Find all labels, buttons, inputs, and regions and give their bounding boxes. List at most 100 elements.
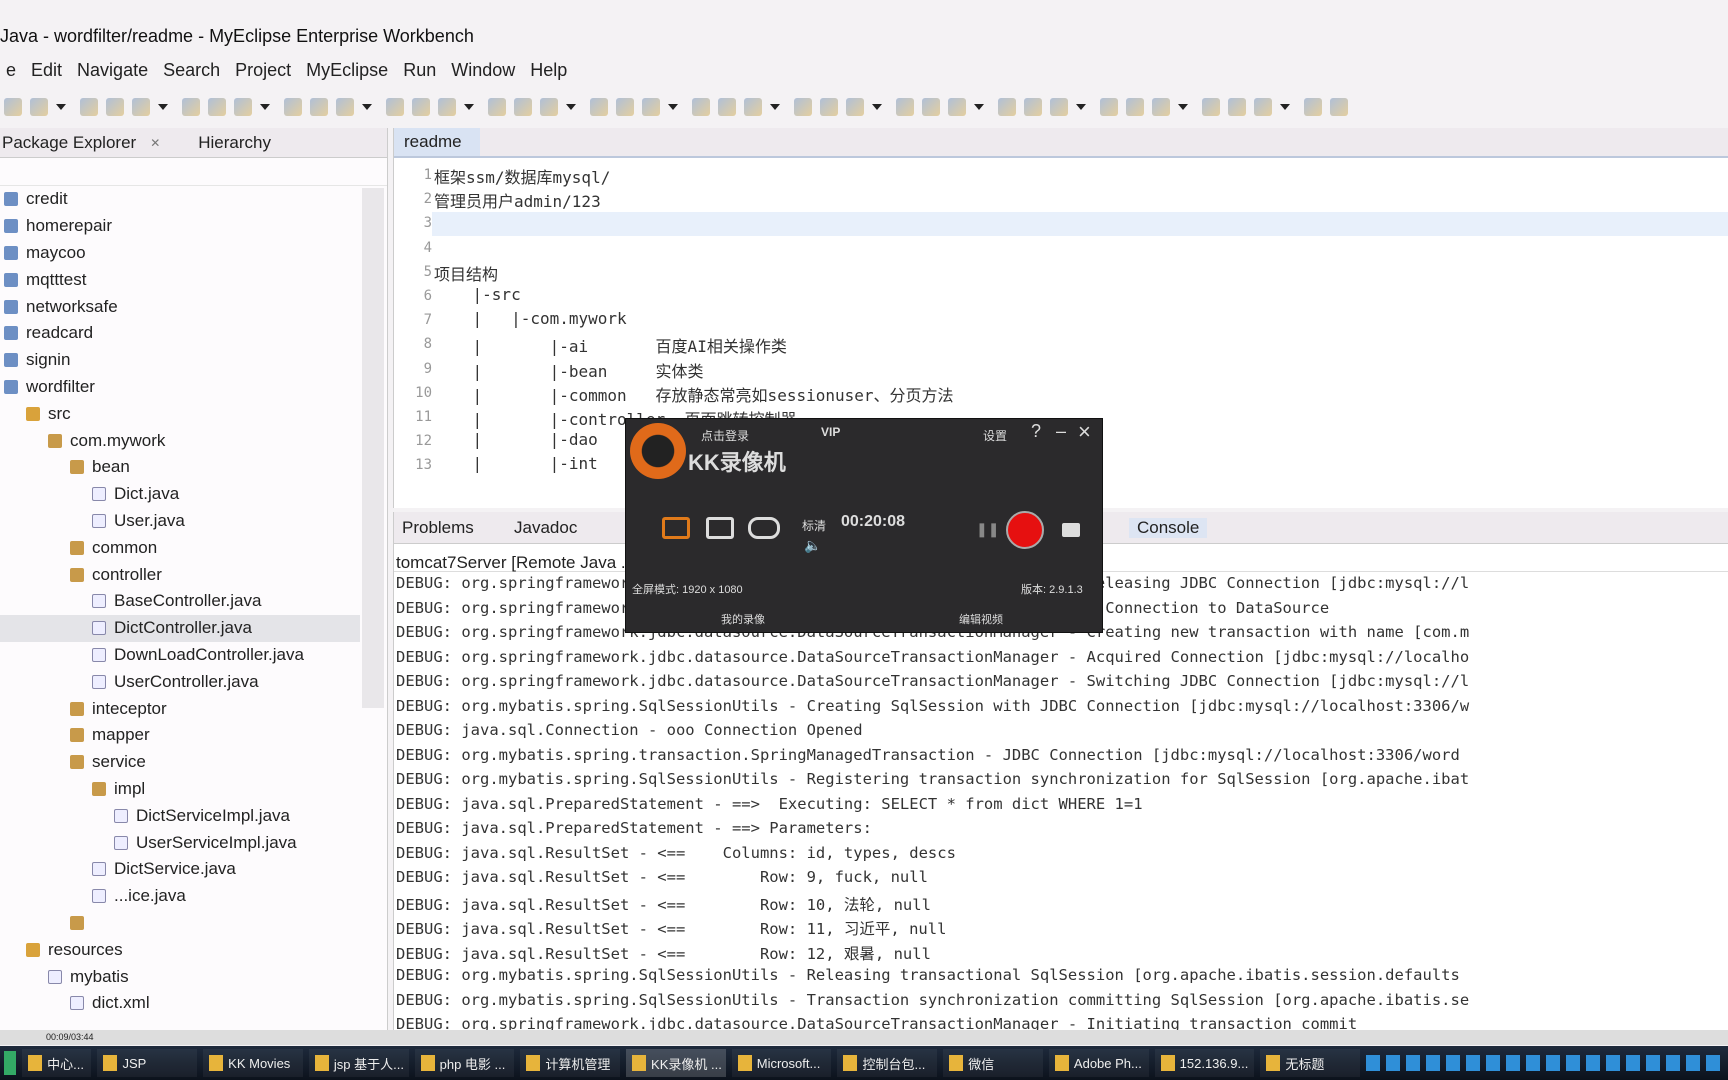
region-mode-icon[interactable] [706, 517, 734, 539]
tree-item[interactable]: User.java [0, 508, 360, 535]
tray-icon[interactable] [1486, 1055, 1501, 1071]
taskbar-item[interactable]: 中心... [22, 1049, 92, 1077]
dropdown-arrow-icon[interactable] [974, 104, 984, 110]
tab-problems[interactable]: Problems [402, 518, 474, 538]
tree-item[interactable]: credit [0, 186, 360, 213]
toolbar-button-icon[interactable] [1304, 98, 1322, 116]
camera-icon[interactable] [1062, 523, 1080, 537]
toolbar-button-icon[interactable] [1254, 98, 1272, 116]
toolbar-button-icon[interactable] [412, 98, 430, 116]
tree-item[interactable]: mqtttest [0, 266, 360, 293]
tree-item[interactable]: mapper [0, 722, 360, 749]
taskbar-item[interactable]: JSP [97, 1049, 198, 1077]
tree-item[interactable]: controller [0, 561, 360, 588]
toolbar-button-icon[interactable] [182, 98, 200, 116]
close-button[interactable]: × [1078, 419, 1091, 445]
tray-icon[interactable] [1686, 1055, 1701, 1071]
tree-item[interactable]: inteceptor [0, 695, 360, 722]
menu-item-7[interactable]: Window [445, 60, 524, 81]
toolbar-button-icon[interactable] [616, 98, 634, 116]
tree-item[interactable]: homerepair [0, 213, 360, 240]
dropdown-arrow-icon[interactable] [872, 104, 882, 110]
tray-icon[interactable] [1706, 1055, 1721, 1071]
toolbar-button-icon[interactable] [922, 98, 940, 116]
taskbar-item[interactable]: 微信 [943, 1049, 1043, 1077]
toolbar-button-icon[interactable] [284, 98, 302, 116]
tray-icon[interactable] [1506, 1055, 1521, 1071]
tree-item[interactable]: readcard [0, 320, 360, 347]
dropdown-arrow-icon[interactable] [260, 104, 270, 110]
toolbar-button-icon[interactable] [1202, 98, 1220, 116]
toolbar-button-icon[interactable] [80, 98, 98, 116]
toolbar-button-icon[interactable] [132, 98, 150, 116]
tree-item[interactable]: DownLoadController.java [0, 642, 360, 669]
quality-label[interactable]: 标清 [802, 517, 826, 534]
tab-readme[interactable]: readme [394, 128, 480, 156]
tree-item[interactable] [0, 910, 360, 937]
menu-item-4[interactable]: Project [229, 60, 300, 81]
menu-item-6[interactable]: Run [397, 60, 445, 81]
tray-icon[interactable] [1546, 1055, 1561, 1071]
toolbar-button-icon[interactable] [1100, 98, 1118, 116]
toolbar-button-icon[interactable] [4, 98, 22, 116]
taskbar-item[interactable]: KK录像机 ... [626, 1049, 726, 1077]
tray-icon[interactable] [1526, 1055, 1541, 1071]
taskbar-item[interactable]: Adobe Ph... [1048, 1049, 1149, 1077]
tray-icon[interactable] [1366, 1055, 1381, 1071]
tree-item[interactable]: networksafe [0, 293, 360, 320]
volume-icon[interactable]: 🔈 [804, 537, 821, 554]
menu-item-5[interactable]: MyEclipse [300, 60, 397, 81]
toolbar-button-icon[interactable] [310, 98, 328, 116]
toolbar-button-icon[interactable] [514, 98, 532, 116]
tray-icon[interactable] [1386, 1055, 1401, 1071]
dropdown-arrow-icon[interactable] [1280, 104, 1290, 110]
toolbar-button-icon[interactable] [794, 98, 812, 116]
pause-icon[interactable]: ❚❚ [976, 521, 999, 538]
taskbar-item[interactable]: 控制台包... [837, 1049, 938, 1077]
dropdown-arrow-icon[interactable] [1076, 104, 1086, 110]
dropdown-arrow-icon[interactable] [464, 104, 474, 110]
tray-icon[interactable] [1466, 1055, 1481, 1071]
tree-item[interactable]: resources [0, 936, 360, 963]
tray-icon[interactable] [1646, 1055, 1661, 1071]
taskbar-item[interactable]: Microsoft... [731, 1049, 832, 1077]
close-icon[interactable]: ✕ [150, 136, 160, 150]
my-videos-link[interactable]: 我的录像 [721, 611, 765, 627]
menu-item-2[interactable]: Navigate [71, 60, 157, 81]
tree-item[interactable]: ...ice.java [0, 883, 360, 910]
dropdown-arrow-icon[interactable] [668, 104, 678, 110]
menu-item-1[interactable]: Edit [25, 60, 71, 81]
toolbar-button-icon[interactable] [1152, 98, 1170, 116]
toolbar-button-icon[interactable] [1126, 98, 1144, 116]
toolbar-button-icon[interactable] [896, 98, 914, 116]
toolbar-button-icon[interactable] [718, 98, 736, 116]
toolbar-button-icon[interactable] [744, 98, 762, 116]
tree-item[interactable]: maycoo [0, 240, 360, 267]
tree-item[interactable]: DictServiceImpl.java [0, 802, 360, 829]
toolbar-button-icon[interactable] [998, 98, 1016, 116]
menu-item-8[interactable]: Help [524, 60, 576, 81]
edit-video-link[interactable]: 编辑视频 [959, 611, 1003, 627]
toolbar-button-icon[interactable] [30, 98, 48, 116]
tab-package-explorer[interactable]: Package Explorer [2, 133, 136, 153]
tree-item[interactable]: src [0, 400, 360, 427]
toolbar-button-icon[interactable] [642, 98, 660, 116]
toolbar-button-icon[interactable] [488, 98, 506, 116]
dropdown-arrow-icon[interactable] [362, 104, 372, 110]
toolbar-button-icon[interactable] [1330, 98, 1348, 116]
tray-icon[interactable] [1566, 1055, 1581, 1071]
settings-link[interactable]: 设置 [983, 427, 1007, 444]
toolbar-button-icon[interactable] [820, 98, 838, 116]
toolbar-button-icon[interactable] [1228, 98, 1246, 116]
login-link[interactable]: 点击登录 [701, 427, 749, 444]
toolbar-button-icon[interactable] [208, 98, 226, 116]
toolbar-button-icon[interactable] [438, 98, 456, 116]
toolbar-button-icon[interactable] [846, 98, 864, 116]
tree-item[interactable]: wordfilter [0, 374, 360, 401]
tree-scrollbar[interactable] [362, 188, 384, 708]
taskbar-item[interactable]: 无标题 [1260, 1049, 1361, 1077]
tree-item[interactable]: bean [0, 454, 360, 481]
start-button[interactable] [4, 1051, 17, 1075]
menu-item-3[interactable]: Search [157, 60, 229, 81]
help-button[interactable]: ? [1031, 421, 1041, 442]
